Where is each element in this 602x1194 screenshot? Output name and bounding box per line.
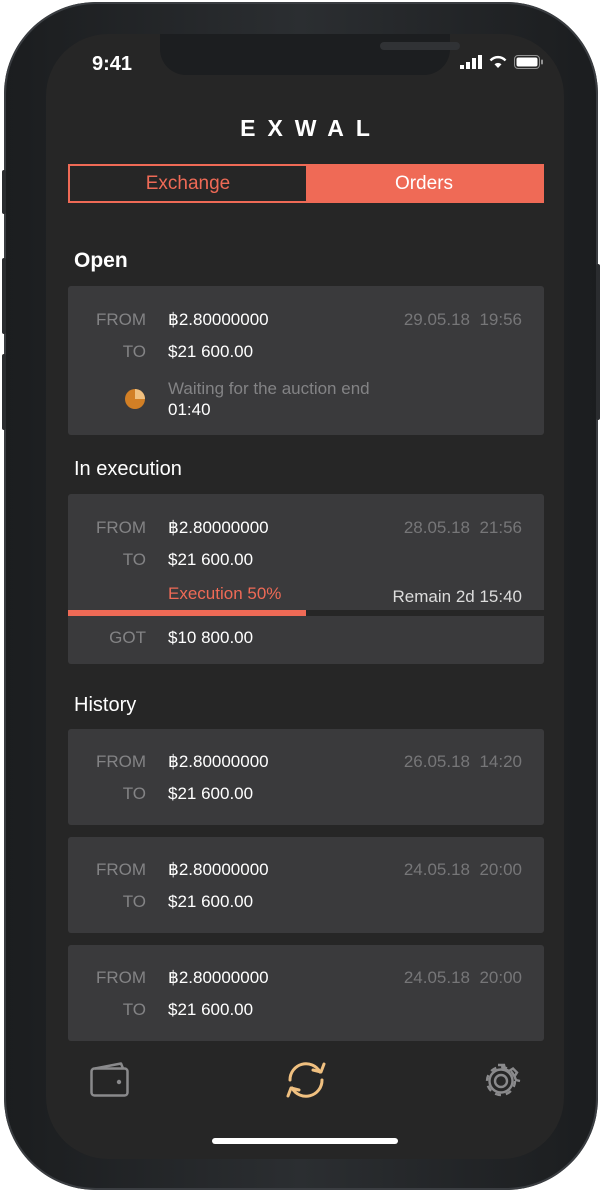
to-label: TO [122, 892, 146, 911]
order-date: 24.05.18 [403, 860, 470, 879]
tab-exchange[interactable]: Exchange [70, 166, 306, 201]
section-title-open: Open [74, 249, 128, 272]
wallet-icon[interactable] [90, 1062, 130, 1098]
to-amount: $21 600.00 [168, 550, 254, 569]
order-time: 20:00 [479, 860, 522, 879]
from-amount: ฿2.80000000 [168, 968, 269, 987]
to-amount: $21 600.00 [168, 784, 254, 803]
from-label: FROM [95, 518, 146, 537]
order-time: 19:56 [479, 310, 522, 329]
speaker [380, 42, 460, 50]
from-label: FROM [95, 752, 146, 771]
section-title-execution: In execution [74, 458, 182, 480]
open-order-card[interactable]: FROM ฿2.80000000 29.05.18 19:56 TO $21 6… [68, 286, 544, 435]
history-order-card[interactable]: FROM ฿2.80000000 24.05.18 20:00 TO $21 6… [68, 945, 544, 1041]
order-datetime: 24.05.18 20:00 [404, 968, 522, 988]
app-logo: EXWAL [240, 115, 382, 141]
notch [160, 34, 460, 75]
got-amount: $10 800.00 [168, 628, 254, 647]
order-time: 14:20 [479, 752, 522, 771]
from-label: FROM [95, 968, 146, 987]
phone-frame: 9:41 EXWAL Exchange Orders Open FROM ฿2.… [2, 2, 600, 1190]
status-icons [460, 54, 544, 69]
exchange-icon[interactable] [280, 1058, 332, 1102]
to-amount: $21 600.00 [168, 892, 254, 911]
section-title-history: History [74, 694, 137, 716]
order-date: 29.05.18 [403, 310, 470, 329]
to-label: TO [122, 784, 146, 803]
bottom-nav [46, 1044, 564, 1124]
app-screen: 9:41 EXWAL Exchange Orders Open FROM ฿2.… [46, 34, 564, 1159]
order-date: 24.05.18 [403, 968, 470, 987]
status-time: 9:41 [92, 53, 133, 75]
countdown: 01:40 [168, 400, 211, 419]
to-amount: $21 600.00 [168, 1000, 254, 1019]
history-order-card[interactable]: FROM ฿2.80000000 24.05.18 20:00 TO $21 6… [68, 837, 544, 933]
timer-pie-icon [125, 389, 145, 409]
execution-progress-label: Execution 50% [168, 584, 282, 603]
order-datetime: 24.05.18 20:00 [404, 860, 522, 880]
battery-icon [514, 55, 543, 69]
tab-orders[interactable]: Orders [306, 166, 542, 201]
execution-order-card[interactable]: FROM ฿2.80000000 28.05.18 21:56 TO $21 6… [68, 494, 544, 664]
from-amount: ฿2.80000000 [168, 752, 269, 771]
order-date: 26.05.18 [403, 752, 470, 771]
progress-track [68, 610, 544, 616]
remain-time: Remain 2d 15:40 [392, 587, 522, 606]
from-amount: ฿2.80000000 [168, 310, 269, 329]
wifi-icon [489, 55, 507, 68]
settings-icon[interactable] [481, 1061, 521, 1101]
from-amount: ฿2.80000000 [168, 860, 269, 879]
volume-up-button [2, 258, 6, 334]
got-label: GOT [109, 628, 146, 647]
waiting-text: Waiting for the auction end [168, 379, 370, 398]
progress-fill [68, 610, 306, 616]
home-indicator[interactable] [212, 1138, 398, 1144]
volume-down-button [2, 354, 6, 430]
power-button [596, 264, 600, 420]
to-label: TO [122, 342, 146, 361]
order-datetime: 29.05.18 19:56 [404, 310, 522, 330]
signal-icon [460, 55, 482, 69]
silent-switch [2, 170, 6, 214]
tab-switcher: Exchange Orders [68, 164, 544, 203]
to-label: TO [122, 1000, 146, 1019]
to-amount: $21 600.00 [168, 342, 254, 361]
order-time: 21:56 [479, 518, 522, 537]
to-label: TO [122, 550, 146, 569]
from-label: FROM [95, 310, 146, 329]
order-date: 28.05.18 [403, 518, 470, 537]
history-order-card[interactable]: FROM ฿2.80000000 26.05.18 14:20 TO $21 6… [68, 729, 544, 825]
order-datetime: 28.05.18 21:56 [404, 518, 522, 538]
from-label: FROM [95, 860, 146, 879]
order-datetime: 26.05.18 14:20 [404, 752, 522, 772]
order-time: 20:00 [479, 968, 522, 987]
from-amount: ฿2.80000000 [168, 518, 269, 537]
